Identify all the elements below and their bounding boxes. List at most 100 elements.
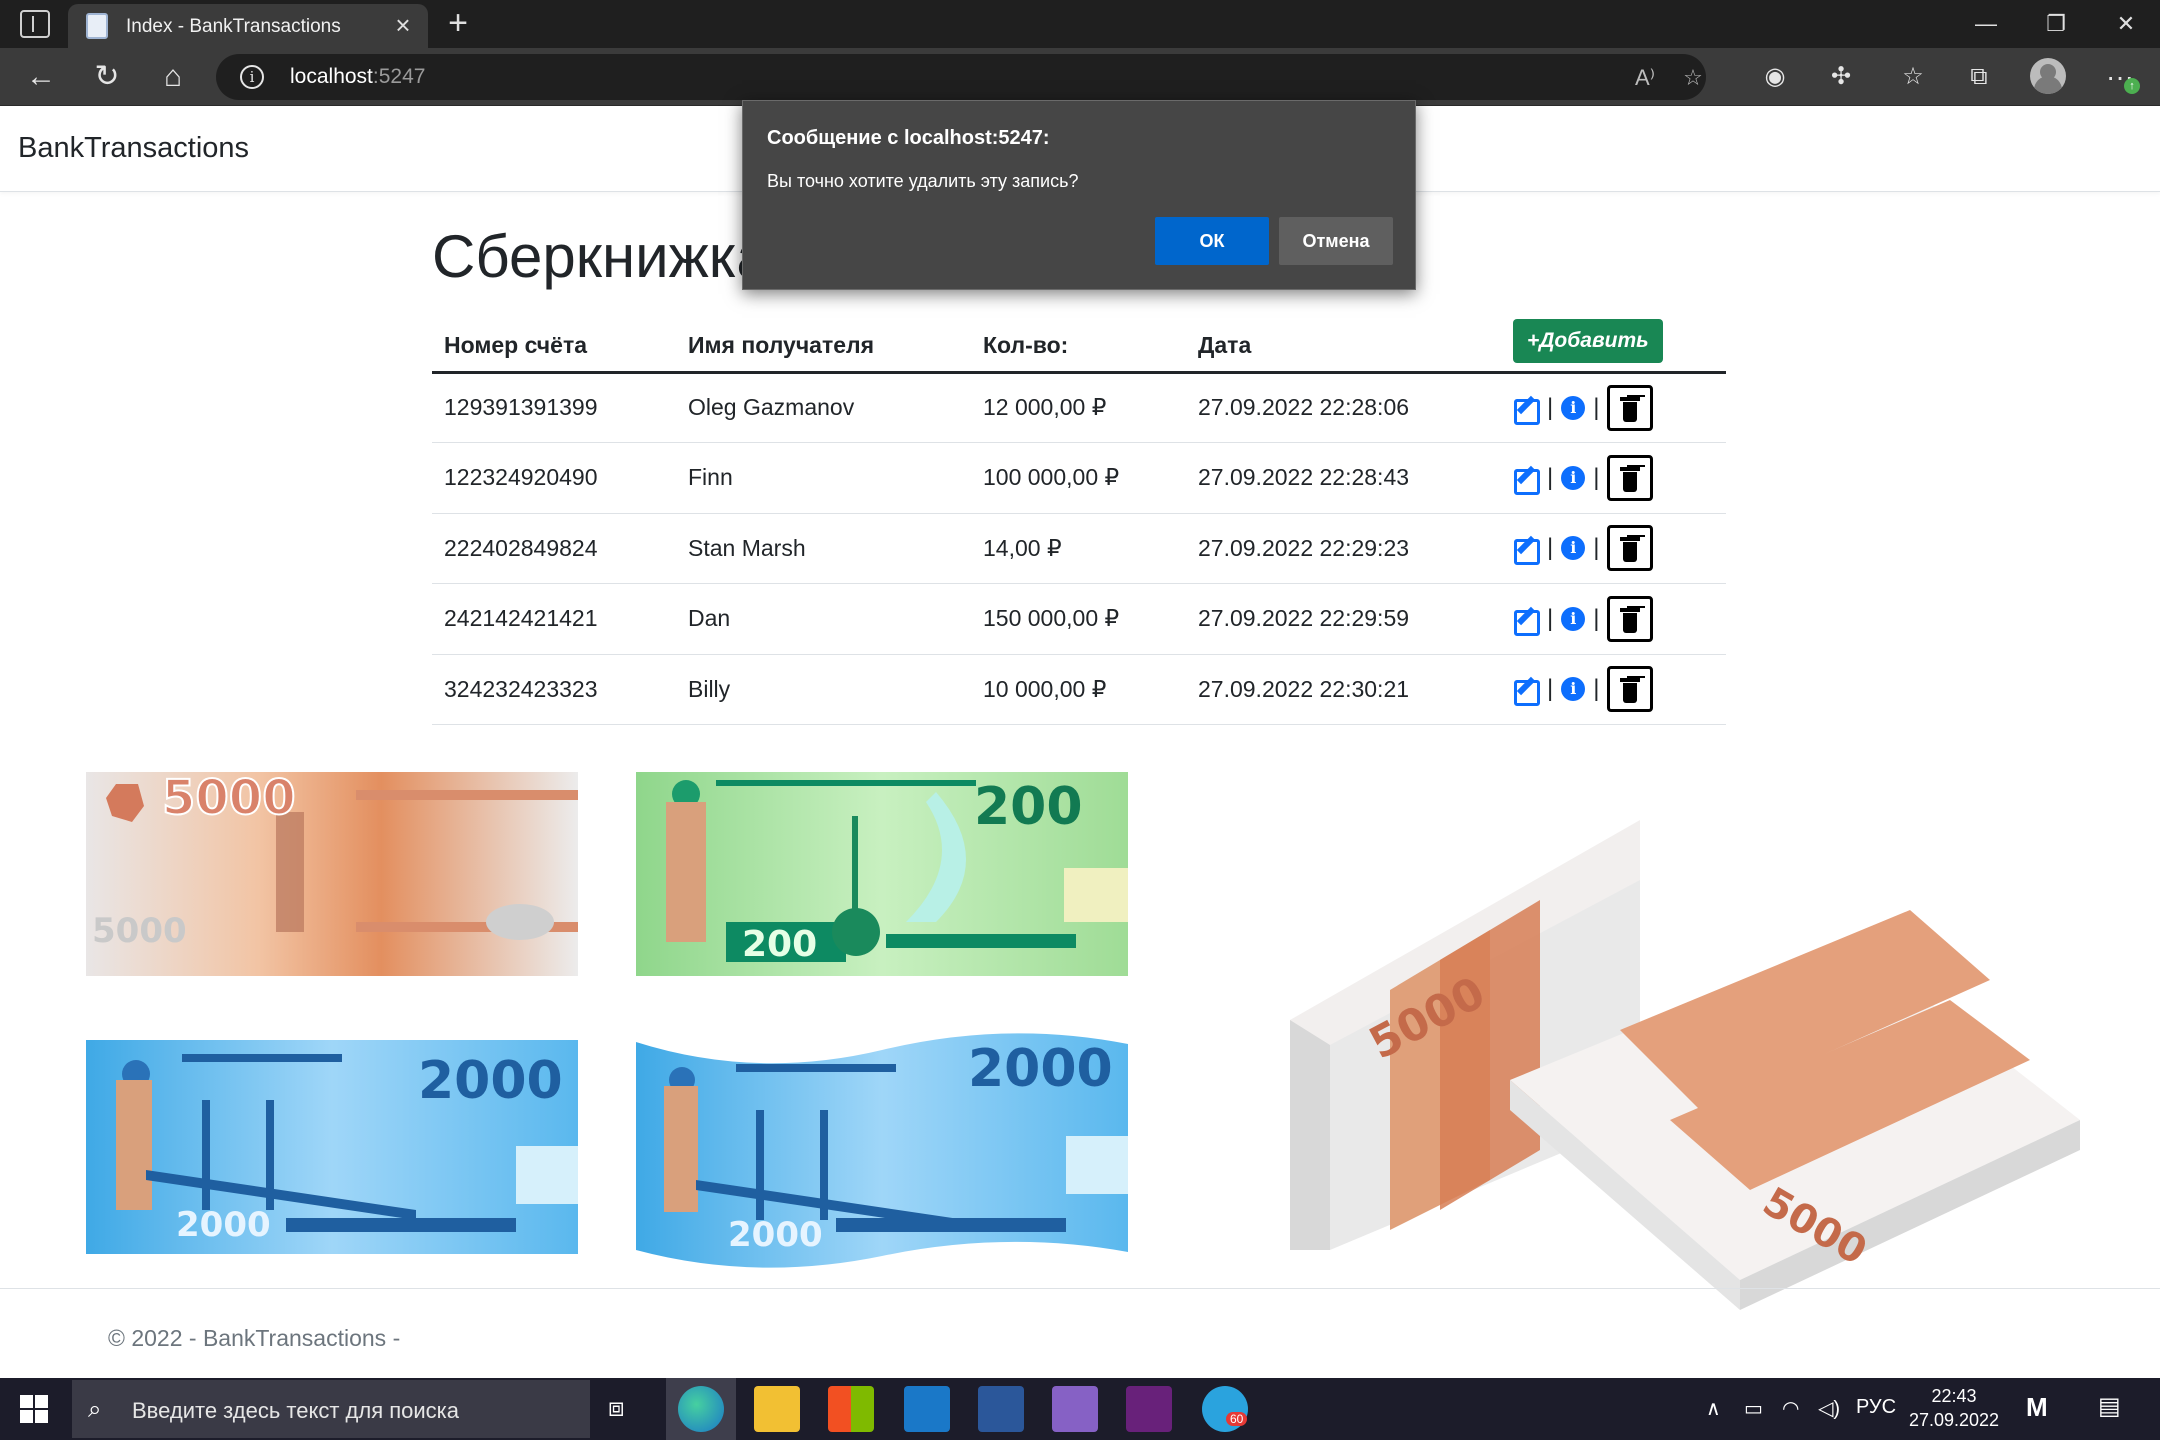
date-cell: 27.09.2022 22:29:59 bbox=[1186, 583, 1501, 655]
banknote-200-image: 200 200 bbox=[636, 772, 1128, 976]
edit-icon[interactable] bbox=[1513, 676, 1540, 707]
info-icon[interactable]: i bbox=[1561, 465, 1586, 490]
store-icon[interactable] bbox=[828, 1386, 874, 1432]
page-title: Сберкнижка bbox=[432, 223, 770, 290]
amount-cell: 14,00 ₽ bbox=[971, 513, 1186, 584]
recipient-cell: Billy bbox=[676, 654, 971, 725]
dialog-cancel-button[interactable]: Отмена bbox=[1279, 217, 1393, 265]
amount-cell: 150 000,00 ₽ bbox=[971, 583, 1186, 655]
new-tab-icon[interactable]: + bbox=[440, 6, 476, 42]
task-view-icon[interactable]: ⧈ bbox=[608, 1392, 625, 1424]
account-cell: 122324920490 bbox=[432, 442, 676, 514]
banknote-200-value: 200 bbox=[974, 777, 1083, 837]
banknote-2000-small-value: 2000 bbox=[176, 1205, 271, 1245]
header-date: Дата bbox=[1186, 310, 1501, 374]
extensions-icon[interactable]: ✣ bbox=[1824, 60, 1858, 94]
tab-title: Index - BankTransactions bbox=[126, 16, 341, 37]
dialog-message: Вы точно хотите удалить эту запись? bbox=[767, 171, 1079, 191]
date-cell: 27.09.2022 22:28:06 bbox=[1186, 372, 1501, 443]
separator: | bbox=[1547, 604, 1554, 632]
browser-tab[interactable]: Index - BankTransactions × bbox=[68, 4, 428, 48]
windows-taskbar: ⌕ Введите здесь текст для поиска ⧈ 60 ∧ … bbox=[0, 1378, 2160, 1440]
banknote-5000-value: 5000 bbox=[162, 772, 296, 826]
show-hidden-icons-icon[interactable]: ∧ bbox=[1706, 1396, 1721, 1421]
info-icon[interactable]: i bbox=[1561, 606, 1586, 631]
banknote-2000-value: 2000 bbox=[418, 1051, 563, 1111]
collections-icon[interactable]: ⧉ bbox=[1962, 60, 1996, 94]
close-window-icon[interactable]: ✕ bbox=[2092, 0, 2160, 48]
recipient-cell: Dan bbox=[676, 583, 971, 655]
site-footer: © 2022 - BankTransactions - bbox=[0, 1288, 2160, 1378]
close-tab-icon[interactable]: × bbox=[388, 10, 418, 40]
home-icon[interactable]: ⌂ bbox=[152, 56, 194, 98]
recipient-cell: Oleg Gazmanov bbox=[676, 372, 971, 443]
table-row: 222402849824 Stan Marsh 14,00 ₽27.09.2022 … bbox=[432, 513, 1726, 584]
delete-icon[interactable] bbox=[1607, 666, 1654, 713]
file-explorer-icon[interactable] bbox=[754, 1386, 800, 1432]
banknote-2000-wavy-image: 2000 2000 bbox=[636, 1033, 1128, 1268]
amount-cell: 12 000,00 ₽ bbox=[971, 372, 1186, 443]
start-button-icon[interactable] bbox=[20, 1395, 48, 1423]
table-row: 242142421421 Dan 150 000,00 ₽27.09.2022 22… bbox=[432, 583, 1726, 655]
delete-icon[interactable] bbox=[1607, 595, 1654, 642]
info-icon[interactable]: i bbox=[1561, 677, 1586, 702]
separator: | bbox=[1593, 604, 1600, 632]
delete-icon[interactable] bbox=[1607, 454, 1654, 501]
terminal-icon[interactable] bbox=[1126, 1386, 1172, 1432]
edit-icon[interactable] bbox=[1513, 395, 1540, 425]
edge-icon[interactable] bbox=[678, 1386, 724, 1432]
brand-link[interactable]: BankTransactions bbox=[18, 132, 249, 165]
footer-text: © 2022 - BankTransactions - bbox=[108, 1325, 401, 1351]
add-button[interactable]: +Добавить bbox=[1513, 318, 1663, 363]
visual-studio-icon[interactable] bbox=[1052, 1386, 1098, 1432]
address-bar[interactable]: i localhost:5247 A⁾ ☆ bbox=[216, 54, 1706, 100]
recipient-cell: Finn bbox=[676, 442, 971, 514]
favorites-icon[interactable]: ☆ bbox=[1896, 60, 1930, 94]
minimize-icon[interactable]: — bbox=[1952, 0, 2020, 48]
date-cell: 27.09.2022 22:29:23 bbox=[1186, 513, 1501, 584]
tab-actions-icon[interactable] bbox=[20, 10, 50, 38]
restore-icon[interactable]: ❐ bbox=[2022, 0, 2090, 48]
edit-icon[interactable] bbox=[1513, 535, 1540, 566]
battery-icon[interactable]: ▭ bbox=[1744, 1396, 1763, 1421]
vpn-icon[interactable]: ◉ bbox=[1758, 60, 1792, 94]
url-text: localhost:5247 bbox=[290, 65, 426, 88]
back-icon[interactable]: ← bbox=[20, 56, 62, 98]
separator: | bbox=[1593, 463, 1600, 491]
taskbar-search-placeholder: Введите здесь текст для поиска bbox=[132, 1398, 460, 1423]
site-info-icon[interactable]: i bbox=[240, 65, 264, 89]
separator: | bbox=[1593, 675, 1600, 703]
banknote-2000-wavy-value: 2000 bbox=[968, 1039, 1113, 1099]
edit-icon[interactable] bbox=[1513, 465, 1540, 495]
banknote-5000-image: 5000 5000 bbox=[86, 772, 578, 976]
mail-icon[interactable] bbox=[904, 1386, 950, 1432]
actions-cell: | i | bbox=[1501, 654, 1726, 725]
add-favorite-icon[interactable]: ☆ bbox=[1678, 64, 1708, 92]
actions-cell: | i | bbox=[1501, 513, 1726, 584]
banknote-200-small-value: 200 bbox=[742, 924, 817, 965]
profile-avatar[interactable] bbox=[2030, 58, 2066, 94]
delete-icon[interactable] bbox=[1607, 384, 1654, 431]
info-icon[interactable]: i bbox=[1561, 395, 1586, 420]
delete-icon[interactable] bbox=[1607, 525, 1654, 572]
dialog-ok-button[interactable]: ОК bbox=[1155, 217, 1269, 265]
refresh-icon[interactable]: ↻ bbox=[86, 56, 128, 98]
notifications-icon[interactable]: ▤ bbox=[2098, 1392, 2121, 1421]
info-icon[interactable]: i bbox=[1561, 536, 1586, 561]
browser-toolbar: ← ↻ ⌂ i localhost:5247 A⁾ ☆ ◉ ✣ ☆ ⧉ ··· … bbox=[0, 48, 2160, 106]
wifi-icon[interactable]: ◠ bbox=[1782, 1396, 1799, 1421]
taskbar-search[interactable]: ⌕ Введите здесь текст для поиска bbox=[72, 1380, 590, 1438]
clock[interactable]: 22:43 27.09.2022 bbox=[1906, 1384, 2002, 1432]
row-actions: | i | bbox=[1513, 384, 1714, 431]
app-m-icon[interactable]: M bbox=[2026, 1392, 2048, 1423]
table-header-row: Номер счёта Имя получателя Кол-во: Дата … bbox=[432, 310, 1726, 374]
word-icon[interactable] bbox=[978, 1386, 1024, 1432]
banknote-2000-wavy-small-value: 2000 bbox=[728, 1215, 823, 1255]
language-indicator[interactable]: РУС bbox=[1856, 1396, 1896, 1419]
volume-icon[interactable]: ◁) bbox=[1818, 1396, 1840, 1421]
update-badge-icon: ↑ bbox=[2124, 78, 2140, 94]
search-icon: ⌕ bbox=[88, 1396, 102, 1423]
read-aloud-icon[interactable]: A⁾ bbox=[1630, 64, 1660, 92]
edit-icon[interactable] bbox=[1513, 606, 1540, 636]
header-amount: Кол-во: bbox=[971, 310, 1186, 374]
